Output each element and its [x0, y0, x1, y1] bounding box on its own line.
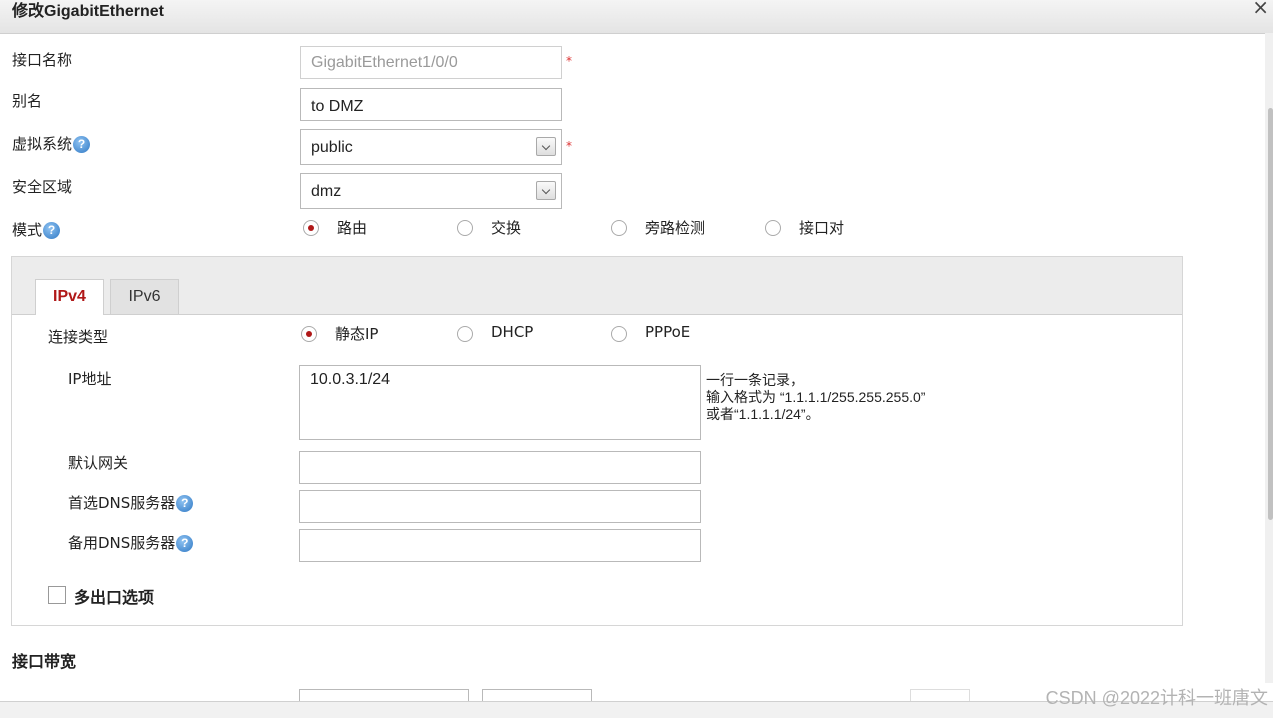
- gateway-input[interactable]: [299, 451, 701, 484]
- conn-option-pppoe[interactable]: PPPoE: [645, 323, 690, 341]
- conn-type-label: 连接类型: [48, 328, 109, 346]
- interface-name-label: 接口名称: [12, 51, 73, 69]
- dns-secondary-label: 备用DNS服务器?: [68, 532, 194, 553]
- help-icon[interactable]: ?: [43, 222, 61, 239]
- mode-radio-switch[interactable]: [457, 220, 473, 236]
- help-icon[interactable]: ?: [176, 495, 194, 512]
- mode-radio-bypass[interactable]: [611, 220, 627, 236]
- chevron-down-icon[interactable]: [536, 137, 556, 156]
- dialog-title: 修改GigabitEthernet: [12, 3, 165, 20]
- watermark: CSDN @2022计科一班唐文: [1045, 688, 1268, 708]
- alias-input[interactable]: to DMZ: [300, 88, 562, 121]
- help-icon[interactable]: ?: [176, 535, 194, 552]
- dns-primary-label: 首选DNS服务器?: [68, 492, 194, 513]
- mode-radio-pair[interactable]: [765, 220, 781, 236]
- mode-option-pair[interactable]: 接口对: [799, 217, 844, 238]
- dns-secondary-input[interactable]: [299, 529, 701, 562]
- multi-exit-label[interactable]: 多出口选项: [74, 584, 154, 608]
- tab-ipv4[interactable]: IPv4: [35, 279, 104, 315]
- scrollbar[interactable]: [1265, 33, 1273, 683]
- tab-strip: IPv4 IPv6: [12, 257, 1182, 315]
- alias-label: 别名: [12, 92, 43, 110]
- conn-radio-static[interactable]: [301, 326, 317, 342]
- conn-radio-pppoe[interactable]: [611, 326, 627, 342]
- mode-option-bypass[interactable]: 旁路检测: [645, 217, 705, 238]
- gateway-label: 默认网关: [68, 454, 129, 472]
- dialog-titlebar: 修改GigabitEthernet ×: [0, 0, 1273, 34]
- multi-exit-checkbox[interactable]: [48, 586, 66, 604]
- dns-primary-input[interactable]: [299, 490, 701, 523]
- ip-address-label: IP地址: [68, 370, 112, 388]
- conn-radio-dhcp[interactable]: [457, 326, 473, 342]
- required-marker: *: [566, 54, 572, 68]
- vsys-select[interactable]: public: [300, 129, 562, 165]
- mode-label: 模式?: [12, 219, 61, 240]
- required-marker: *: [566, 139, 572, 153]
- tab-ipv6[interactable]: IPv6: [110, 279, 179, 314]
- zone-label: 安全区域: [12, 178, 73, 196]
- mode-option-route[interactable]: 路由: [337, 217, 367, 238]
- conn-option-dhcp[interactable]: DHCP: [491, 323, 533, 341]
- ip-address-textarea[interactable]: 10.0.3.1/24: [299, 365, 701, 440]
- interface-name-field: GigabitEthernet1/0/0: [300, 46, 562, 79]
- scrollbar-thumb[interactable]: [1268, 108, 1273, 520]
- close-icon[interactable]: ×: [1252, 0, 1269, 19]
- help-icon[interactable]: ?: [73, 136, 91, 153]
- chevron-down-icon[interactable]: [536, 181, 556, 200]
- bandwidth-section-title: 接口带宽: [12, 652, 77, 671]
- ip-format-hint: 一行一条记录， 输入格式为 “1.1.1.1/255.255.255.0” 或者“1…: [706, 372, 926, 422]
- mode-option-switch[interactable]: 交换: [491, 217, 521, 238]
- mode-radio-route[interactable]: [303, 220, 319, 236]
- conn-option-static[interactable]: 静态IP: [335, 323, 378, 344]
- ip-config-panel: IPv4 IPv6: [11, 256, 1183, 626]
- vsys-label: 虚拟系统?: [12, 133, 91, 154]
- zone-select[interactable]: dmz: [300, 173, 562, 209]
